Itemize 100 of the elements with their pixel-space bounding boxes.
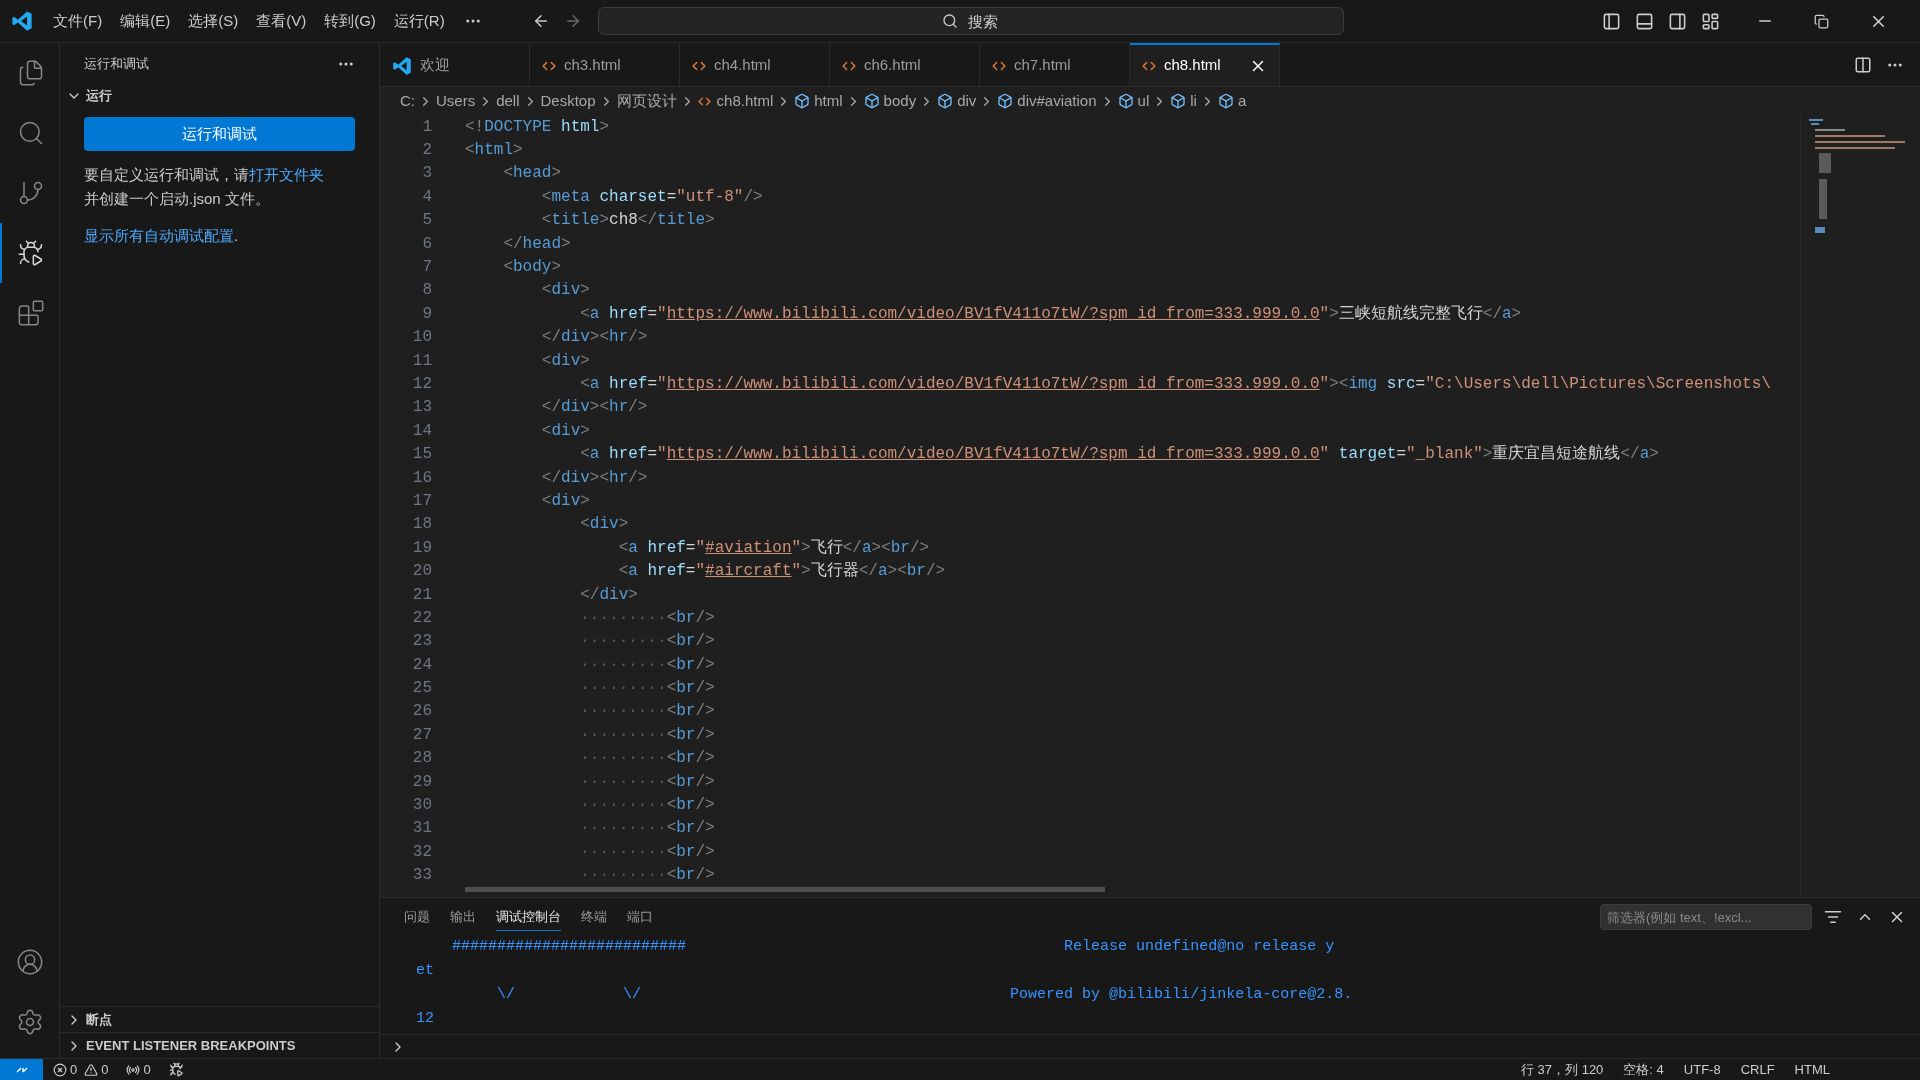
filter-field[interactable]: 筛选器(例如 text、!excl...	[1600, 904, 1812, 930]
run-debug-icon	[16, 239, 45, 267]
code-line: <a href="#aircraft">飞行器</a><br/>	[617, 561, 946, 583]
list-icon[interactable]	[1824, 908, 1842, 926]
line-number: 31	[411, 818, 432, 840]
layout-icon[interactable]	[1700, 11, 1720, 31]
code-line: </div><hr/>	[540, 467, 648, 489]
cube-icon	[997, 93, 1014, 109]
search-field[interactable]: 搜索	[597, 7, 1344, 35]
line-number: 27	[411, 724, 432, 746]
status-item[interactable]: CRLF	[1740, 1059, 1775, 1080]
toggle-sidebar-icon[interactable]	[1601, 11, 1621, 31]
warning-icon	[84, 1062, 99, 1077]
panel-tab[interactable]: 输出	[450, 903, 476, 931]
panel-tab[interactable]: 调试控制台	[496, 903, 561, 931]
breadcrumb-item[interactable]: Desktop	[540, 89, 596, 113]
editor-tab[interactable]: ch8.html	[1130, 43, 1280, 86]
code-line: <head>	[502, 163, 562, 185]
editor-tab[interactable]: ch4.html	[680, 43, 830, 86]
code-line: </div>	[579, 584, 638, 606]
code-line: ·········<br/>	[579, 818, 715, 840]
line-number: 25	[411, 678, 432, 700]
toggle-secondary-sidebar-icon[interactable]	[1667, 11, 1687, 31]
cube-icon	[863, 93, 880, 109]
code-line: <div>	[540, 350, 590, 372]
panel-tab[interactable]: 终端	[581, 903, 607, 931]
open-folder-link[interactable]: 打开文件夹	[249, 166, 324, 183]
breadcrumb-item[interactable]: ul	[1137, 89, 1150, 113]
line-number: 3	[421, 163, 432, 185]
editor-tab[interactable]: 欢迎	[380, 43, 530, 86]
status-item[interactable]: 行 37，列 120	[1520, 1059, 1604, 1080]
code-line: ·········<br/>	[579, 678, 715, 700]
breadcrumb-item[interactable]: a	[1237, 89, 1247, 113]
menu-item[interactable]: 查看(V)	[247, 9, 316, 33]
cube-icon	[1217, 93, 1234, 109]
code-line: <div>	[540, 280, 590, 302]
line-number: 19	[411, 537, 432, 559]
breadcrumb-item[interactable]: 网页设计	[616, 89, 677, 113]
line-number: 26	[411, 701, 432, 723]
line-number: 8	[421, 280, 432, 302]
line-number: 24	[411, 654, 432, 676]
code-line: <div>	[540, 490, 590, 512]
line-number: 12	[411, 374, 432, 395]
breadcrumb-item[interactable]: div#aviation	[1017, 89, 1097, 113]
vscode-logo-icon	[11, 10, 33, 32]
show-configs-link[interactable]: 显示所有自动调试配置	[84, 227, 234, 244]
section-header[interactable]: 运行	[60, 85, 379, 107]
status-item[interactable]: 空格: 4	[1623, 1059, 1664, 1080]
code-line: ·········<br/>	[579, 724, 715, 746]
run-debug-button[interactable]: 运行和调试	[84, 117, 355, 151]
status-item[interactable]: HTML	[1794, 1059, 1830, 1080]
menu-item[interactable]: 运行(R)	[384, 9, 454, 33]
line-number: 16	[411, 467, 432, 489]
code-line: ·········<br/>	[579, 654, 715, 676]
menu-item[interactable]: 选择(S)	[179, 9, 248, 33]
line-number: 23	[411, 631, 432, 653]
menu-item[interactable]: 编辑(E)	[111, 9, 180, 33]
line-number: 2	[421, 140, 432, 162]
extensions-icon	[16, 299, 45, 327]
line-number: 22	[411, 607, 432, 629]
breadcrumb-item[interactable]: ch8.html	[716, 89, 774, 113]
ports-button[interactable]: 0	[126, 1059, 151, 1080]
menu-item[interactable]: 文件(F)	[44, 9, 112, 33]
breadcrumb-item[interactable]: C:	[400, 89, 415, 113]
breadcrumb-item[interactable]: html	[814, 89, 843, 113]
sidebar-title: 运行和调试	[84, 55, 149, 74]
section-header[interactable]: 断点	[60, 1006, 379, 1032]
debug-icon[interactable]	[168, 1062, 184, 1077]
horizontal-scrollbar[interactable]	[465, 886, 1105, 892]
code-line: <!DOCTYPE html>	[465, 116, 610, 138]
breadcrumb-item[interactable]: dell	[496, 89, 520, 113]
breadcrumb-item[interactable]: div	[957, 89, 977, 113]
panel-tab[interactable]: 端口	[627, 903, 653, 931]
line-number: 9	[421, 303, 432, 325]
cube-icon	[1117, 93, 1134, 109]
breadcrumb-item[interactable]: li	[1190, 89, 1197, 113]
menu-item[interactable]: 转到(G)	[315, 9, 385, 33]
editor-tab[interactable]: ch3.html	[530, 43, 680, 86]
restore-icon[interactable]	[1813, 13, 1829, 29]
period-text: .	[234, 227, 239, 244]
code-line: </div><hr/>	[540, 327, 648, 349]
code-line: <title>ch8</title>	[540, 210, 715, 232]
panel-tab[interactable]: 问题	[404, 903, 430, 931]
cube-icon	[794, 93, 811, 109]
code-line: ·········<br/>	[579, 607, 715, 629]
editor-tab[interactable]: ch6.html	[830, 43, 980, 86]
code-line: ·········<br/>	[579, 701, 715, 723]
account-icon[interactable]	[15, 948, 44, 976]
code-line: ·········<br/>	[579, 631, 715, 653]
line-number: 1	[421, 116, 432, 138]
toggle-panel-icon[interactable]	[1634, 11, 1654, 31]
split-editor-icon[interactable]	[1854, 55, 1872, 74]
problems-button[interactable]: 0 0	[53, 1059, 109, 1080]
breadcrumb-item[interactable]: body	[883, 89, 917, 113]
console-line: ########################## Release undefined@no release y	[451, 937, 1336, 957]
code-line: <a href="https://www.bilibili.com/video/BV1fV411o7tW/?spm_id_from=333.999.0.0" target="_blank">重庆宜昌短途航线</a>	[579, 443, 1659, 466]
status-item[interactable]: UTF-8	[1683, 1059, 1721, 1080]
breadcrumb-item[interactable]: Users	[436, 89, 476, 113]
line-number: 21	[411, 584, 432, 606]
console-line: et	[416, 961, 435, 981]
